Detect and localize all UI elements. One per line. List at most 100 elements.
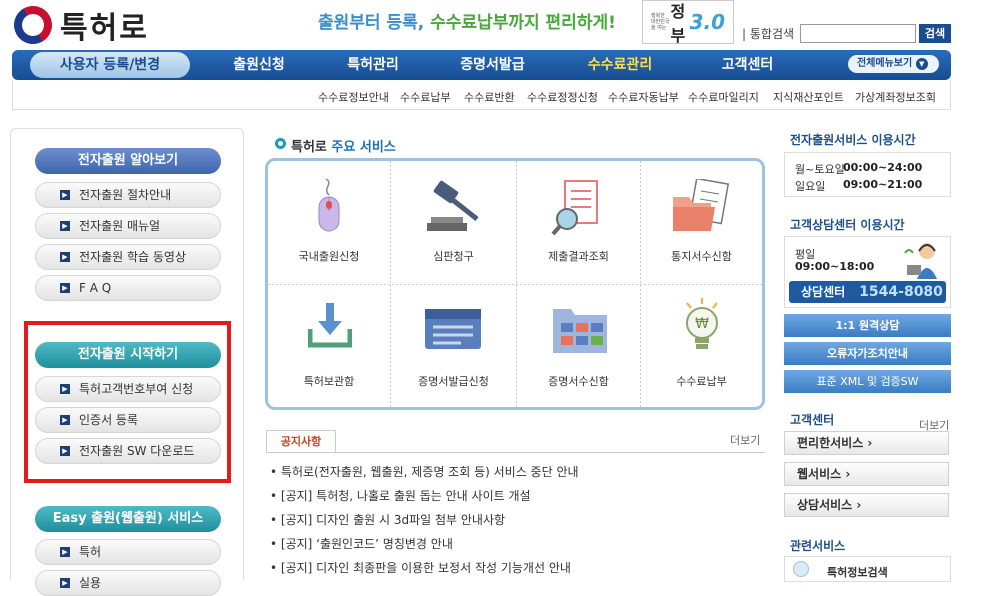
service-trial[interactable]: 심판청구 [391,161,516,284]
remote-consult-button[interactable]: 1:1 원격상담 [784,314,951,337]
service-cert-inbox[interactable]: 증명서수신함 [517,285,640,407]
nav-item-certificate[interactable]: 증명서발급 [430,50,555,80]
subnav-item[interactable]: 수수료정보안내 [318,89,389,105]
all-menu-button[interactable]: 전체메뉴보기 ▼ [848,55,939,73]
subnav-item[interactable]: 수수료반환 [464,89,515,105]
sidebar-item-label: 특허고객번호부여 신청 [79,382,194,396]
customer-center-title: 고객센터 [790,413,835,427]
svg-text:₩: ₩ [695,316,709,332]
sidebar-item-label: 전자출원 매뉴얼 [79,219,161,233]
service-label: 수수료납부 [676,375,727,388]
subnav-item[interactable]: 수수료자동납부 [608,89,679,105]
gavel-icon [427,180,479,231]
gov-small-text: 행복한 대한민국을 여는 [651,13,670,31]
certificate-icon [425,309,481,349]
sidebar-item[interactable]: ▶ 전자출원 학습 동영상 [35,244,221,270]
service-result-check[interactable]: 제출결과조회 [517,161,640,284]
notice-item[interactable]: • [공지] 디자인 최종판을 이용한 보정서 작성 기능개선 안내 [270,559,571,576]
nav-item-user[interactable]: 사용자 등록/변경 [30,50,190,80]
taeguk-logo-icon [7,0,59,51]
notice-text: [공지] ‘출원인코드’ 명칭변경 안내 [280,537,453,551]
sidebar-item[interactable]: ▶ 인증서 등록 [35,407,221,433]
bullet-icon: ▶ [60,221,70,231]
chevron-down-icon: ▼ [915,58,928,70]
notice-text: [공지] 디자인 최종판을 이용한 보정서 작성 기능개선 안내 [280,561,571,575]
bulb-icon [793,561,809,577]
consult-service-link[interactable]: 상담서비스 › [784,493,949,517]
related-service-item[interactable]: 특허정보검색 [784,556,951,582]
center-box: 평일 09:00~18:00 상담센터 1544-8080 [784,236,951,308]
logo[interactable]: 특허로 [7,0,149,51]
sidebar-item-label: F A Q [79,281,112,295]
sidebar-item-label: 전자출원 절차안내 [79,188,172,202]
bullet-icon: ▶ [60,547,70,557]
section-title-easy[interactable]: Easy 출원(웹출원) 서비스 [35,506,221,532]
web-service-link[interactable]: 웹서비스 › [784,462,949,486]
subnav-item[interactable]: 지식재산포인트 [773,89,844,105]
sidebar-item[interactable]: ▶ 전자출원 매뉴얼 [35,213,221,239]
sidebar-item-label: 특허 [79,545,102,559]
notice-item[interactable]: • [공지] ‘출원인코드’ 명칭변경 안내 [270,535,453,552]
section-title-start[interactable]: 전자출원 시작하기 [35,342,221,368]
center-phone: 1544-8080 [859,284,943,300]
bullet-icon: ▶ [60,283,70,293]
gov30-badge: 행복한 대한민국을 여는 정부 3.0 [642,0,734,45]
sidebar-item[interactable]: ▶ F A Q [35,275,221,301]
divider [266,452,765,453]
search-button[interactable]: 검색 [919,24,951,43]
sidebar-item[interactable]: ▶ 실용 [35,570,221,596]
bullet-icon: ▶ [60,446,70,456]
hours-time: 09:00~21:00 [843,178,923,191]
center-phone-bar: 상담센터 1544-8080 [789,281,946,303]
service-domestic-apply[interactable]: 국내출원신청 [268,161,390,284]
services-title-pre: 특허로 [291,140,327,155]
center-label: 상담센터 [801,285,846,299]
title-dot-icon [275,138,286,149]
hours-day: 월~토요일 [795,163,845,176]
sidebar-item[interactable]: ▶ 전자출원 절차안내 [35,182,221,208]
nav-item-customer[interactable]: 고객센터 [690,50,805,80]
services-title-post: 주요 서비스 [326,140,396,155]
error-guide-button[interactable]: 오류자가조치안내 [784,342,951,365]
nav-item-patent[interactable]: 특허관리 [318,50,428,80]
notice-item[interactable]: • [공지] 디자인 출원 시 3d파일 첨부 안내사항 [270,511,505,528]
service-fee-pay[interactable]: ₩ 수수료납부 [641,285,762,407]
mouse-icon [318,178,340,232]
subnav-item[interactable]: 가상계좌정보조회 [855,89,936,105]
subnav-item[interactable]: 수수료정정신청 [527,89,598,105]
sidebar-item-label: 인증서 등록 [79,413,139,427]
sidebar-item[interactable]: ▶ 전자출원 SW 다운로드 [35,438,221,464]
bullet-icon: ▶ [60,384,70,394]
service-patent-box[interactable]: 특허보관함 [268,285,390,407]
nav-item-apply[interactable]: 출원신청 [200,50,318,80]
section-title-learn[interactable]: 전자출원 알아보기 [35,148,221,174]
search-input[interactable] [800,24,916,43]
convenient-service-link[interactable]: 편리한서비스 › [784,431,949,455]
notice-item[interactable]: • [공지] 특허청, 나홀로 출원 돕는 안내 사이트 개설 [270,487,531,504]
lightbulb-won-icon: ₩ [686,298,718,349]
notice-more-link[interactable]: 더보기 [730,432,760,448]
download-tray-icon [308,303,352,348]
service-label: 제출결과조회 [548,250,609,263]
xml-sw-button[interactable]: 표준 XML 및 검증SW [784,370,951,393]
service-label: 증명서발급신청 [418,375,489,388]
service-notice-inbox[interactable]: 통지서수신함 [641,161,762,284]
all-menu-label: 전체메뉴보기 [857,58,913,69]
service-label: 심판청구 [433,250,474,263]
folder-icon [673,179,730,231]
slogan-part1: 출원부터 등록, [318,13,431,33]
related-services-title: 관련서비스 [790,539,846,553]
notice-item[interactable]: • 특허로(전자출원, 웹출원, 제증명 조회 등) 서비스 중단 안내 [270,463,579,480]
slogan-part2: 수수료납부까지 편리하게! [430,13,616,33]
sidebar-item[interactable]: ▶ 특허 [35,539,221,565]
service-cert-apply[interactable]: 증명서발급신청 [391,285,516,407]
nav-item-fee[interactable]: 수수료관리 [560,50,680,80]
subnav-item[interactable]: 수수료납부 [400,89,451,105]
search-label: | 통합검색 [742,27,795,41]
subnav-item[interactable]: 수수료마일리지 [688,89,759,105]
service-label: 특허보관함 [303,375,355,388]
sidebar-item[interactable]: ▶ 특허고객번호부여 신청 [35,376,221,402]
service-label: 통지서수신함 [671,250,732,263]
tab-notice[interactable]: 공지사항 [266,430,336,453]
sidebar-item-label: 전자출원 학습 동영상 [79,250,186,264]
